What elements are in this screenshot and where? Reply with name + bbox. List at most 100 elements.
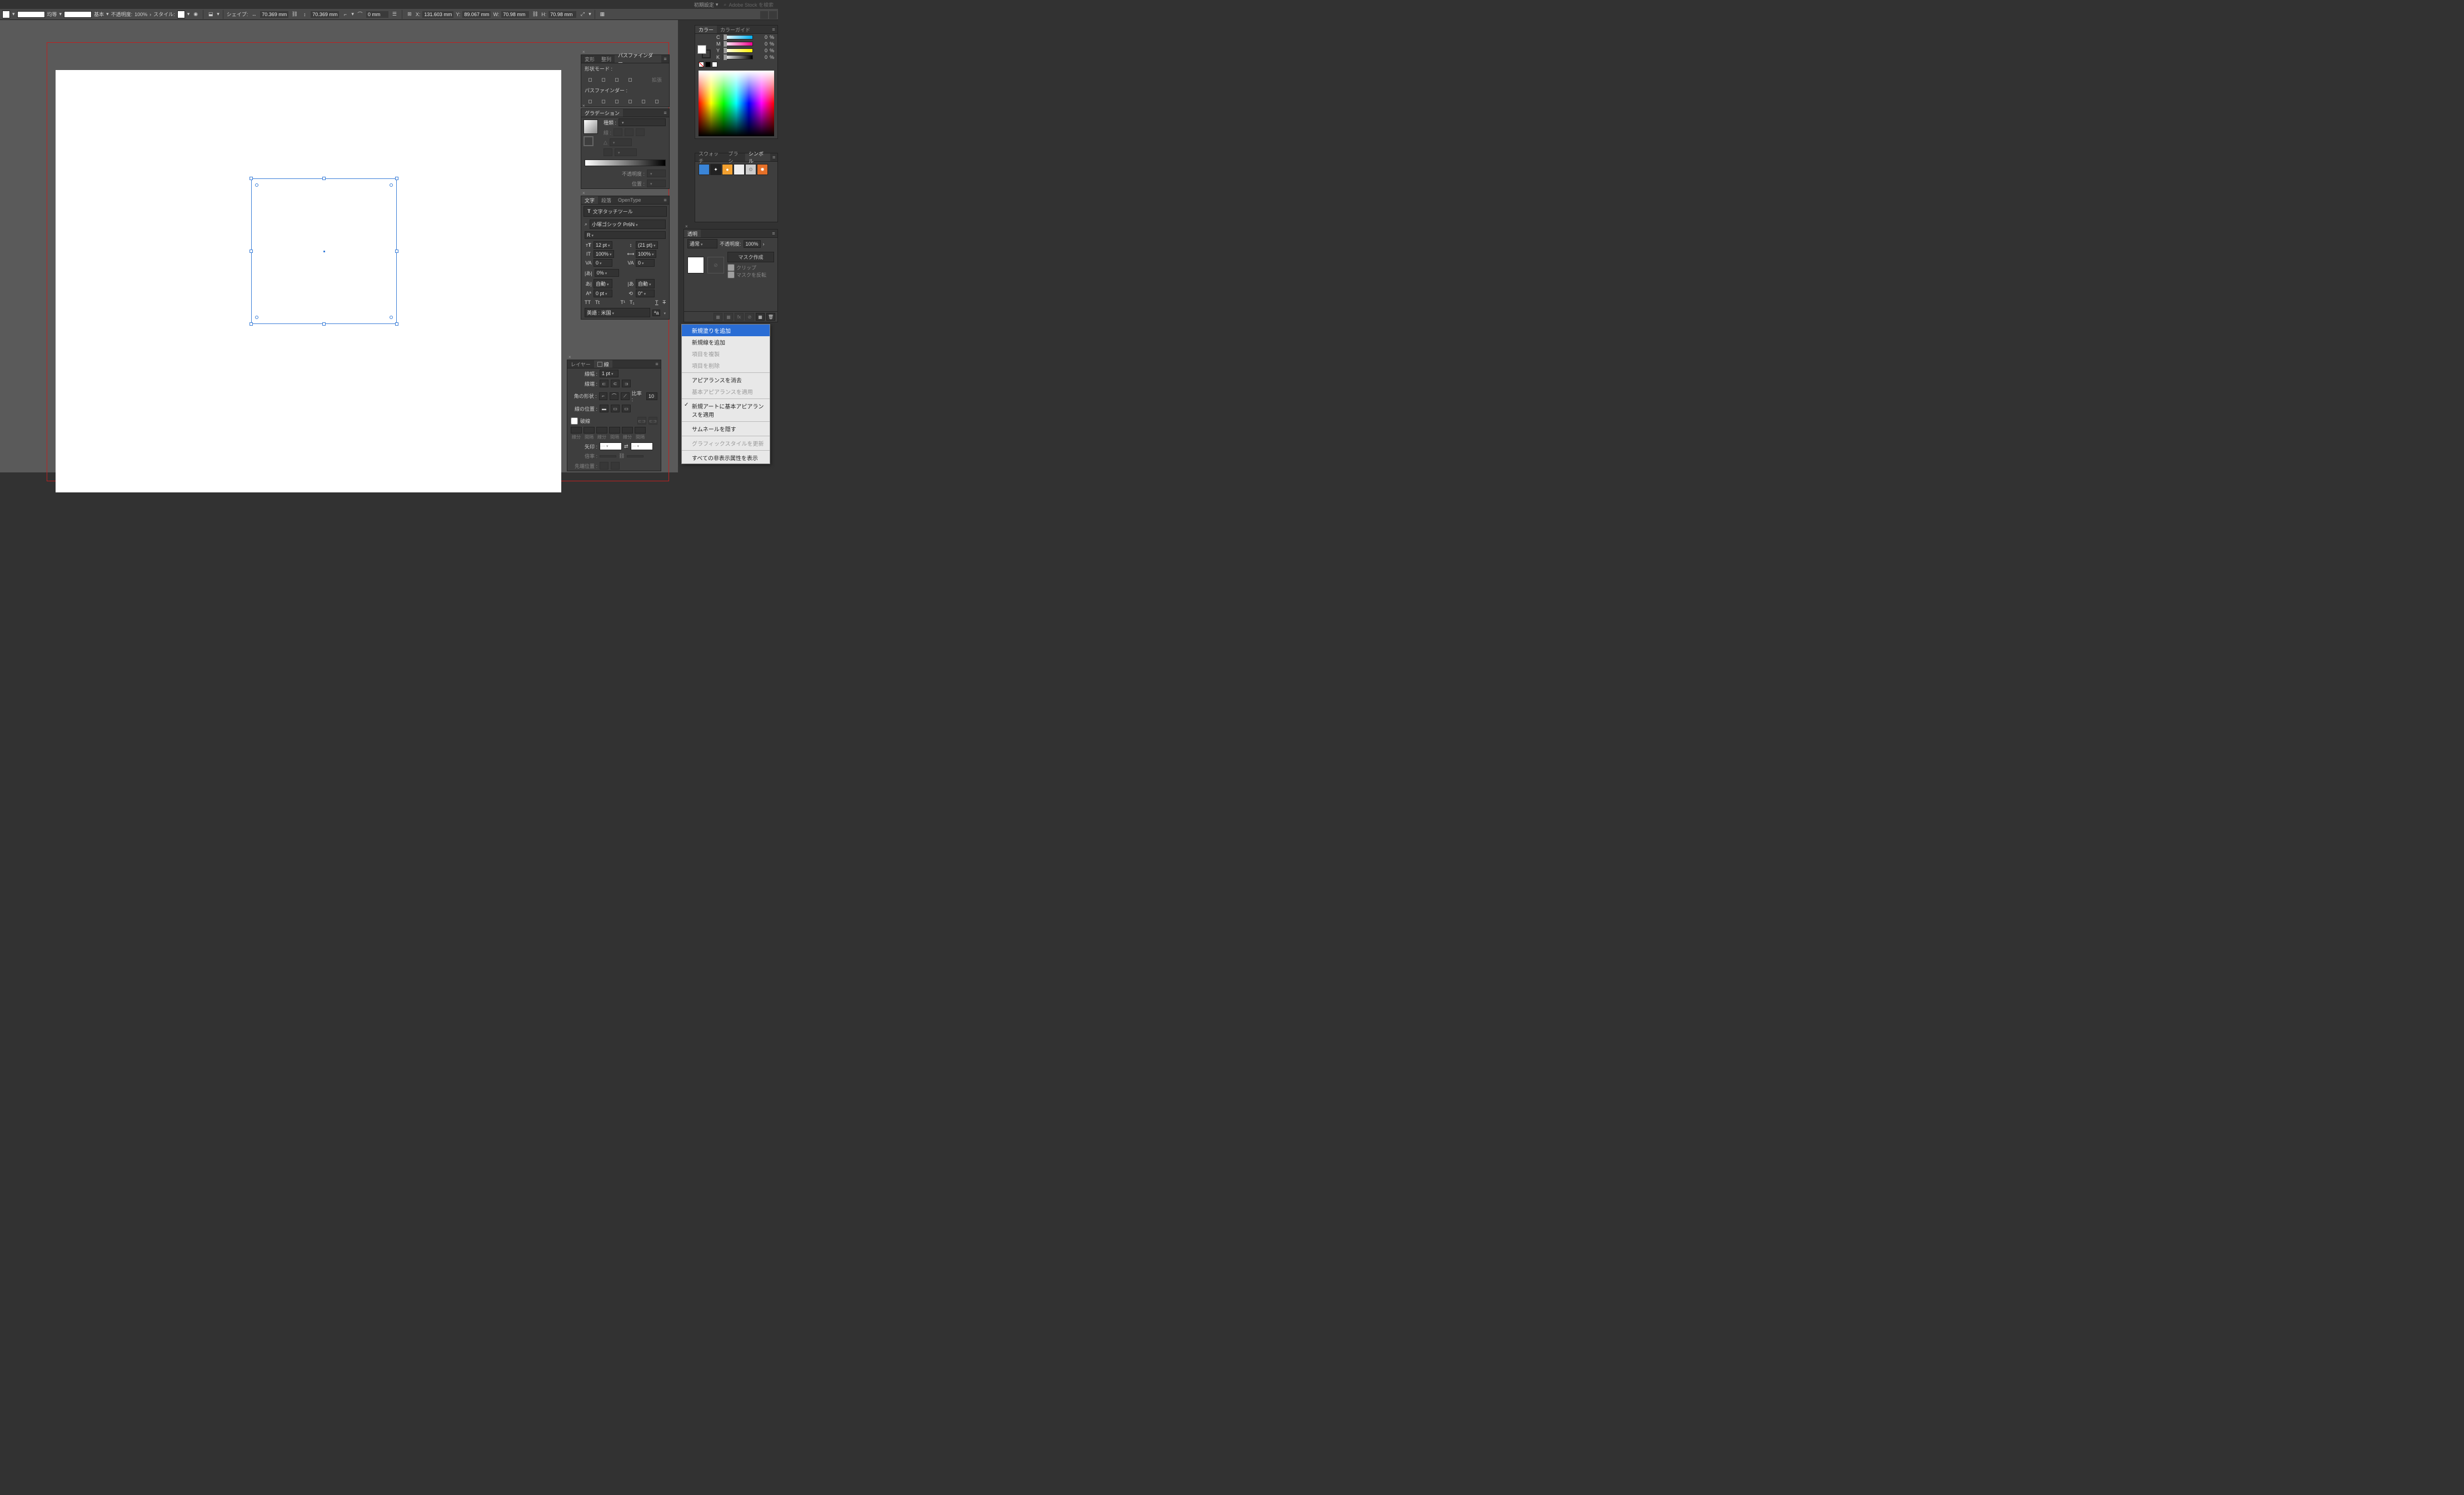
h-field[interactable]: 70.98 mm <box>548 11 576 18</box>
corner-link-icon[interactable]: ☰ <box>391 11 398 18</box>
screen-mode-icon[interactable] <box>769 11 777 19</box>
symbol-swatch-2[interactable]: ● <box>722 164 733 175</box>
fill-stroke-swatch[interactable] <box>2 11 10 18</box>
strikethrough-icon[interactable]: T <box>663 300 666 305</box>
panel-close-icon[interactable]: × <box>568 355 571 360</box>
antialiasing-icon[interactable]: ªa <box>652 310 660 316</box>
shape-height-field[interactable]: 70.369 mm <box>311 11 339 18</box>
symbol-swatch-5[interactable]: ✹ <box>757 164 768 175</box>
arrow-start-dropdown[interactable]: — <box>600 442 622 450</box>
leading-field[interactable]: (21 pt) <box>636 241 658 249</box>
opacity-arrow-icon[interactable]: › <box>763 241 765 247</box>
transform-dropdown[interactable]: ▾ <box>588 11 591 17</box>
tab-layers[interactable]: レイヤー <box>567 360 594 368</box>
cap-butt-icon[interactable]: ⊏ <box>600 380 608 387</box>
stroke-profile-dropdown[interactable]: ▾ <box>59 11 62 17</box>
panel-menu-icon[interactable]: ≡ <box>661 196 669 204</box>
cmyk-C-value[interactable]: 0 <box>755 34 767 40</box>
link-icon[interactable]: ⛓ <box>531 11 539 18</box>
tab-pathfinder[interactable]: パスファインダー <box>615 55 661 63</box>
symbol-swatch-0[interactable] <box>699 164 710 175</box>
tab-color[interactable]: カラー <box>695 26 717 33</box>
cmyk-M-value[interactable]: 0 <box>755 41 767 47</box>
link-wh-icon[interactable]: ⛓ <box>291 11 298 18</box>
panel-menu-icon[interactable]: ≡ <box>770 230 777 237</box>
menu-item-14[interactable]: すべての非表示属性を表示 <box>682 452 770 464</box>
fill-stroke-proxy[interactable] <box>697 45 711 58</box>
corner-widget-tr[interactable] <box>390 183 393 187</box>
reference-point-icon[interactable]: ⊞ <box>406 11 413 18</box>
appearance-bottom-icon-5[interactable]: ▦ <box>756 313 765 321</box>
align-stroke-center-icon[interactable]: ▬ <box>600 405 608 412</box>
tab-color-guide[interactable]: カラーガイド <box>717 26 754 33</box>
tab-transparency[interactable]: 透明 <box>684 230 701 237</box>
symbol-swatch-1[interactable]: ✦ <box>710 164 721 175</box>
unite-icon[interactable]: ◻ <box>585 75 596 84</box>
kerning-field[interactable]: 0 <box>593 259 612 267</box>
menu-item-10[interactable]: サムネールを隠す <box>682 423 770 435</box>
crop-icon[interactable]: ◻ <box>625 97 636 106</box>
stroke-profile-swatch[interactable] <box>17 11 45 18</box>
miter-limit-field[interactable]: 10 <box>646 392 657 400</box>
white-swatch[interactable] <box>712 62 717 67</box>
symbol-swatch-3[interactable] <box>734 164 745 175</box>
gradient-preview[interactable] <box>583 119 598 134</box>
appearance-bottom-icon-4[interactable]: ⊘ <box>745 313 754 321</box>
mask-thumbnail[interactable]: ⊘ <box>707 257 724 273</box>
corner-radius-field[interactable]: 0 mm <box>366 11 388 18</box>
resize-handle-bl[interactable] <box>250 322 253 326</box>
divide-icon[interactable]: ◻ <box>585 97 596 106</box>
fill-dropdown[interactable]: ▾ <box>12 11 15 17</box>
brush-dropdown[interactable]: ▾ <box>106 11 109 17</box>
outline-icon[interactable]: ◻ <box>638 97 649 106</box>
panel-close-icon[interactable]: × <box>582 103 585 108</box>
tab-stroke[interactable]: 線 <box>594 360 612 368</box>
resize-handle-br[interactable] <box>395 322 398 326</box>
hscale-field[interactable]: 100% <box>636 250 656 258</box>
symbol-swatch-4[interactable]: ⚙ <box>745 164 756 175</box>
tab-transform[interactable]: 変形 <box>581 55 598 63</box>
color-spectrum[interactable] <box>699 71 774 136</box>
corner-type-dropdown[interactable]: ▾ <box>351 11 354 17</box>
minus-front-icon[interactable]: ◻ <box>598 75 609 84</box>
swap-arrowheads-icon[interactable]: ⇄ <box>624 443 629 450</box>
tracking-field[interactable]: 0 <box>636 259 655 267</box>
appearance-bottom-icon-1[interactable]: ▦ <box>714 313 722 321</box>
align-stroke-inside-icon[interactable]: ▭ <box>611 405 620 412</box>
superscript-icon[interactable]: T¹ <box>620 300 625 305</box>
baseline-field[interactable]: 0 pt <box>593 290 612 297</box>
panel-close-icon[interactable]: × <box>685 224 688 229</box>
resize-handle-tr[interactable] <box>395 177 398 180</box>
minus-back-icon[interactable]: ◻ <box>651 97 662 106</box>
make-mask-button[interactable]: マスク作成 <box>727 252 774 262</box>
arrange-docs-icon[interactable] <box>760 11 768 19</box>
menu-item-8[interactable]: ✓新規アートに基本アピアランスを適用 <box>682 400 770 420</box>
tsume-field[interactable]: 0% <box>595 269 619 277</box>
none-swatch[interactable] <box>699 62 704 67</box>
corner-widget-tl[interactable] <box>255 183 258 187</box>
menu-item-0[interactable]: 新規塗りを追加 <box>682 325 770 336</box>
object-thumbnail[interactable] <box>687 257 704 273</box>
touch-type-button[interactable]: 文字タッチツール <box>593 208 633 215</box>
underline-icon[interactable]: T <box>655 300 659 305</box>
y-field[interactable]: 89.067 mm <box>462 11 491 18</box>
font-family-dropdown[interactable]: 小塚ゴシック Pr6N <box>590 220 666 229</box>
stock-search[interactable]: ⌕ Adobe Stock を検索 <box>724 1 774 8</box>
panel-menu-icon[interactable]: ≡ <box>770 26 777 33</box>
intersect-icon[interactable]: ◻ <box>611 75 622 84</box>
corner-widget-br[interactable] <box>390 316 393 319</box>
font-search-icon[interactable]: ⌕ <box>585 221 587 227</box>
cmyk-M-slider[interactable] <box>723 42 753 46</box>
style-swatch[interactable] <box>177 11 185 18</box>
tab-brushes[interactable]: ブラシ <box>725 153 745 161</box>
opacity-value[interactable]: 100% <box>134 12 147 17</box>
tab-align[interactable]: 整列 <box>598 55 615 63</box>
menu-item-1[interactable]: 新規線を追加 <box>682 336 770 348</box>
font-weight-dropdown[interactable]: R <box>585 231 666 239</box>
appearance-bottom-icon-6[interactable]: 🗑 <box>766 313 775 321</box>
brush-swatch[interactable] <box>64 11 92 18</box>
cmyk-K-value[interactable]: 0 <box>755 54 767 60</box>
transform-panel-icon[interactable]: ⤢ <box>578 11 586 18</box>
tab-gradient[interactable]: グラデーション <box>581 109 623 117</box>
resize-handle-tm[interactable] <box>322 177 326 180</box>
